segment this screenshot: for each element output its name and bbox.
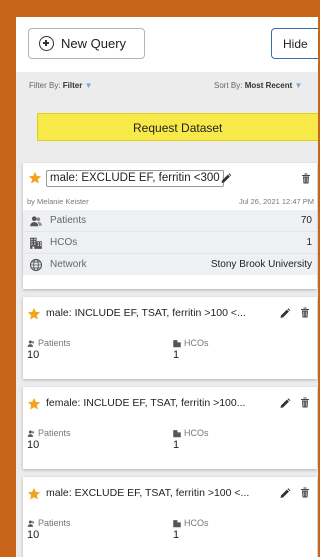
stat-row-network: Network Stony Brook University <box>23 254 317 275</box>
stat-label: HCOs <box>50 237 78 248</box>
hco-building-icon <box>173 340 181 348</box>
star-icon[interactable] <box>27 487 41 501</box>
hco-building-icon <box>173 430 181 438</box>
hide-button[interactable]: Hide <box>271 28 318 59</box>
star-icon[interactable] <box>27 307 41 321</box>
sort-value: Most Recent <box>244 81 293 90</box>
patients-label: Patients <box>38 518 71 528</box>
patients-label: Patients <box>38 428 71 438</box>
top-toolbar: New Query Hide <box>16 17 318 72</box>
hcos-value: 1 <box>173 529 180 541</box>
hco-building-icon <box>30 237 42 249</box>
trash-icon[interactable] <box>299 486 311 499</box>
filter-label: Filter By: <box>29 81 61 90</box>
stat-label: Patients <box>50 215 87 226</box>
patients-value: 10 <box>27 439 40 451</box>
hco-building-icon <box>173 520 181 528</box>
stat-value: Stony Brook University <box>210 259 312 270</box>
patients-icon <box>27 340 35 347</box>
query-title[interactable]: male: EXCLUDE EF, TSAT, ferritin >100 <.… <box>46 487 249 499</box>
pencil-icon[interactable] <box>279 307 291 320</box>
hcos-label: HCOs <box>184 518 209 528</box>
query-panel: New Query Hide Filter By: Filter ▼ Sort … <box>16 17 318 557</box>
patients-icon <box>27 520 35 527</box>
pencil-icon[interactable] <box>220 172 232 185</box>
star-icon[interactable] <box>27 397 41 411</box>
patients-label: Patients <box>38 338 71 348</box>
patients-value: 10 <box>27 349 40 361</box>
query-stats: Patients 70 HCOs 1 Network Stony Brook U… <box>23 210 317 275</box>
query-card[interactable]: male: INCLUDE EF, TSAT, ferritin >100 <.… <box>23 297 317 379</box>
trash-icon[interactable] <box>300 172 312 185</box>
filter-value: Filter <box>62 81 83 90</box>
patients-icon <box>30 216 42 227</box>
new-query-button[interactable]: New Query <box>28 28 145 59</box>
patients-value: 10 <box>27 529 40 541</box>
stat-value: 1 <box>306 237 312 248</box>
patients-icon <box>27 430 35 437</box>
trash-icon[interactable] <box>299 396 311 409</box>
date-text: Jul 26, 2021 12:47 PM <box>238 197 314 206</box>
dropdown-triangle-icon: ▼ <box>84 81 93 90</box>
query-card[interactable]: male: EXCLUDE EF, TSAT, ferritin >100 <.… <box>23 477 317 557</box>
query-title-input[interactable]: male: EXCLUDE EF, ferritin <300 <box>46 170 224 187</box>
stat-row-hcos: HCOs 1 <box>23 232 317 254</box>
hcos-value: 1 <box>173 439 180 451</box>
sort-label: Sort By: <box>214 81 243 90</box>
orange-frame: New Query Hide Filter By: Filter ▼ Sort … <box>0 0 320 557</box>
query-title[interactable]: male: INCLUDE EF, TSAT, ferritin >100 <.… <box>46 307 246 319</box>
plus-circle-icon <box>39 36 54 51</box>
hcos-value: 1 <box>173 349 180 361</box>
stat-label: Network <box>50 259 87 270</box>
stat-value: 70 <box>300 215 312 226</box>
sort-control[interactable]: Sort By: Most Recent ▼ <box>214 81 302 90</box>
query-card[interactable]: female: INCLUDE EF, TSAT, ferritin >100.… <box>23 387 317 469</box>
query-title[interactable]: female: INCLUDE EF, TSAT, ferritin >100.… <box>46 397 245 409</box>
hcos-label: HCOs <box>184 338 209 348</box>
trash-icon[interactable] <box>299 306 311 319</box>
star-icon[interactable] <box>28 171 42 185</box>
stat-row-patients: Patients 70 <box>23 210 317 232</box>
pencil-icon[interactable] <box>279 397 291 410</box>
pencil-icon[interactable] <box>279 487 291 500</box>
new-query-label: New Query <box>61 36 127 51</box>
author-text: by Melanie Keister <box>27 197 89 206</box>
dropdown-triangle-icon: ▼ <box>294 81 303 90</box>
hcos-label: HCOs <box>184 428 209 438</box>
filter-control[interactable]: Filter By: Filter ▼ <box>29 81 93 90</box>
query-card[interactable]: male: EXCLUDE EF, ferritin <300 by Melan… <box>23 163 317 289</box>
request-dataset-button[interactable]: Request Dataset <box>37 113 318 141</box>
globe-icon <box>29 258 43 272</box>
